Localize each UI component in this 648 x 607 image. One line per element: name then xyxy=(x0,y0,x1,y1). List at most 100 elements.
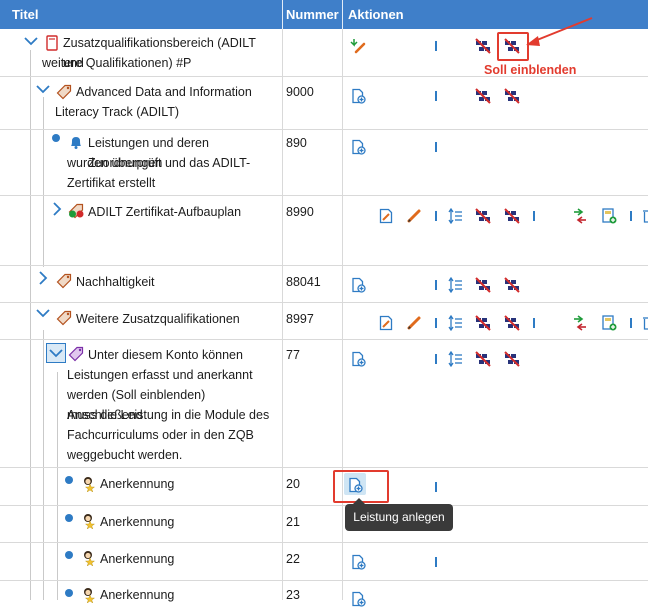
row-title-continued: Zertifikat erstellt xyxy=(67,176,156,190)
hide-plan-icon[interactable] xyxy=(475,315,491,331)
trash-icon[interactable] xyxy=(640,315,648,331)
hide-plan-icon[interactable] xyxy=(475,88,491,104)
annotation-arrow-icon xyxy=(526,17,593,46)
leaf-dot xyxy=(65,589,73,597)
pencil-icon[interactable] xyxy=(406,315,422,331)
table-row[interactable]: Anerkennung 20 xyxy=(0,468,648,506)
leaf-dot xyxy=(65,551,73,559)
pencil-icon[interactable] xyxy=(406,208,422,224)
row-title-continued: muss die Leistung in die Module des xyxy=(67,408,270,422)
move-edit-icon[interactable] xyxy=(350,38,366,54)
edit-document-icon[interactable] xyxy=(378,315,394,331)
sort-icon[interactable] xyxy=(447,315,463,331)
table-row[interactable]: Anerkennung 22 xyxy=(0,543,648,581)
row-number: 8997 xyxy=(286,312,314,326)
row-number: 88041 xyxy=(286,275,321,289)
tag-icon xyxy=(56,84,72,100)
leaf-dot xyxy=(65,476,73,484)
table-row[interactable]: Anerkennung 21 xyxy=(0,506,648,543)
chevron-down-icon[interactable] xyxy=(36,308,50,318)
row-number: 9000 xyxy=(286,85,314,99)
hide-plan-icon[interactable] xyxy=(475,351,491,367)
show-target-icon[interactable] xyxy=(504,315,520,331)
action-divider xyxy=(435,354,437,364)
calculator-add-icon[interactable] xyxy=(601,315,617,331)
row-number: 77 xyxy=(286,348,300,362)
tooltip: Leistung anlegen xyxy=(345,504,453,531)
action-divider xyxy=(435,41,437,51)
edit-document-icon[interactable] xyxy=(378,208,394,224)
row-title-continued: weggebucht werden. xyxy=(67,448,183,462)
chevron-right-icon[interactable] xyxy=(38,271,48,285)
annotation-label: Soll einblenden xyxy=(484,63,577,77)
row-number: 8990 xyxy=(286,205,314,219)
expanded-toggle[interactable] xyxy=(46,343,66,363)
row-title-continued: weitere Qualifikationen) #P xyxy=(42,56,192,70)
chevron-down-icon[interactable] xyxy=(36,84,50,94)
show-target-icon[interactable] xyxy=(504,208,520,224)
add-entry-icon[interactable] xyxy=(350,351,366,367)
hide-plan-icon[interactable] xyxy=(475,277,491,293)
column-header-title[interactable]: Titel xyxy=(12,0,39,29)
person-star-icon xyxy=(81,550,97,566)
action-divider xyxy=(435,211,437,221)
show-target-icon[interactable] xyxy=(504,277,520,293)
row-number: 23 xyxy=(286,588,300,602)
add-entry-icon[interactable] xyxy=(350,591,366,607)
row-title: Anerkennung xyxy=(100,588,175,602)
show-target-icon[interactable] xyxy=(504,351,520,367)
hide-plan-icon[interactable] xyxy=(475,38,491,54)
show-target-icon[interactable] xyxy=(504,88,520,104)
action-divider xyxy=(435,142,437,152)
row-number: 22 xyxy=(286,552,300,566)
header-divider xyxy=(342,0,343,29)
row-title: ADILT Zertifikat-Aufbauplan xyxy=(88,205,242,219)
row-number: 20 xyxy=(286,477,300,491)
chevron-right-icon[interactable] xyxy=(52,202,62,216)
sort-icon[interactable] xyxy=(447,208,463,224)
person-star-icon xyxy=(81,476,97,492)
row-title: Anerkennung xyxy=(100,477,175,491)
trash-icon[interactable] xyxy=(640,208,648,224)
person-star-icon xyxy=(81,513,97,529)
swap-icon[interactable] xyxy=(572,315,588,331)
add-entry-icon[interactable] xyxy=(350,277,366,293)
chevron-down-icon[interactable] xyxy=(24,36,38,46)
action-divider xyxy=(630,318,632,328)
bell-icon xyxy=(68,134,84,150)
chevron-down-icon[interactable] xyxy=(49,348,63,358)
table-row[interactable]: Unter diesem Konto können Leistungen erf… xyxy=(0,340,648,468)
sort-icon[interactable] xyxy=(447,351,463,367)
column-header-number[interactable]: Nummer xyxy=(286,0,339,29)
row-title: Advanced Data and Information xyxy=(76,85,252,99)
action-divider xyxy=(533,211,535,221)
sort-icon[interactable] xyxy=(447,277,463,293)
row-number: 890 xyxy=(286,136,307,150)
table-row[interactable]: ADILT Zertifikat-Aufbauplan 8990 xyxy=(0,196,648,266)
table-row[interactable]: Nachhaltigkeit 88041 xyxy=(0,266,648,303)
add-entry-icon[interactable] xyxy=(350,88,366,104)
leaf-dot xyxy=(65,514,73,522)
row-title: Anerkennung xyxy=(100,515,175,529)
table-row[interactable]: Leistungen und deren Zuordnungen wurden … xyxy=(0,130,648,196)
add-entry-icon[interactable] xyxy=(350,139,366,155)
tag-purple-icon xyxy=(68,346,84,362)
table-row[interactable]: Advanced Data and Information Literacy T… xyxy=(0,77,648,130)
row-title-continued: Fachcurriculums oder in den ZQB xyxy=(67,428,254,442)
action-divider xyxy=(435,91,437,101)
row-number: 21 xyxy=(286,515,300,529)
swap-icon[interactable] xyxy=(572,208,588,224)
hide-plan-icon[interactable] xyxy=(475,208,491,224)
add-entry-icon[interactable] xyxy=(350,554,366,570)
calculator-add-icon[interactable] xyxy=(601,208,617,224)
table-row[interactable]: Anerkennung 23 xyxy=(0,581,648,600)
row-title: Unter diesem Konto können xyxy=(88,348,243,362)
table-row[interactable]: Weitere Zusatzqualifikationen 8997 xyxy=(0,303,648,340)
action-divider xyxy=(435,482,437,492)
person-star-icon xyxy=(81,587,97,603)
row-title-continued: wurden überprüft und das ADILT- xyxy=(67,156,251,170)
row-title: Weitere Zusatzqualifikationen xyxy=(76,312,240,326)
action-divider xyxy=(435,318,437,328)
column-header-actions: Aktionen xyxy=(348,7,404,22)
tag-icon xyxy=(56,310,72,326)
